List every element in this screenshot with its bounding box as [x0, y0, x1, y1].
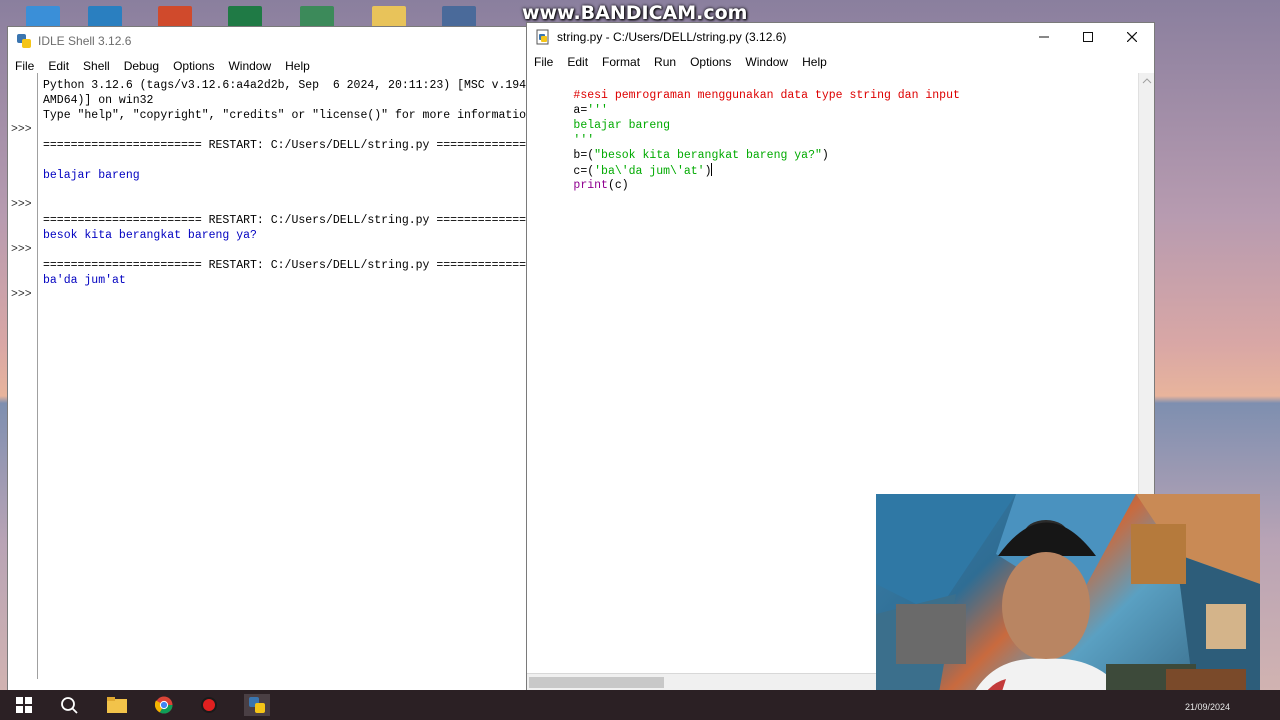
shell-menu-file[interactable]: File [8, 59, 41, 73]
close-button[interactable] [1110, 23, 1154, 51]
close-icon [1127, 32, 1137, 42]
shell-line: Type "help", "copyright", "credits" or "… [43, 109, 526, 122]
webcam-scene [876, 494, 1260, 710]
chrome-icon[interactable] [153, 694, 175, 716]
editor-menu-file[interactable]: File [527, 55, 560, 69]
editor-menu-window[interactable]: Window [738, 55, 795, 69]
shell-prompt: >>> [11, 288, 32, 301]
shell-menu-options[interactable]: Options [166, 59, 221, 73]
editor-menu-edit[interactable]: Edit [560, 55, 595, 69]
editor-menu-options[interactable]: Options [683, 55, 738, 69]
shell-menu-edit[interactable]: Edit [41, 59, 76, 73]
webcam-overlay [876, 494, 1260, 710]
bandicam-icon[interactable] [198, 694, 220, 716]
shell-menu-help[interactable]: Help [278, 59, 317, 73]
python-file-icon [536, 29, 549, 45]
scroll-up-icon[interactable] [1139, 75, 1155, 87]
windows-start-icon[interactable] [13, 694, 35, 716]
scrollbar-thumb[interactable] [529, 677, 664, 688]
python-idle-icon[interactable] [244, 694, 270, 716]
bandicam-watermark: www.BANDICAM.com [522, 2, 748, 24]
code-token: (c) [607, 179, 629, 192]
editor-menubar: File Edit Format Run Options Window Help [527, 51, 1154, 73]
search-icon[interactable] [58, 694, 80, 716]
file-explorer-icon[interactable] [106, 694, 128, 716]
shell-line: Python 3.12.6 (tags/v3.12.6:a4a2d2b, Sep… [43, 79, 526, 92]
maximize-button[interactable] [1066, 23, 1110, 51]
shell-output-line: ba'da jum'at [43, 274, 126, 287]
shell-prompt: >>> [11, 198, 32, 211]
idle-shell-window[interactable]: IDLE Shell 3.12.6 File Edit Shell Debug … [7, 26, 527, 694]
code-token: ) [821, 149, 829, 162]
editor-title: string.py - C:/Users/DELL/string.py (3.1… [557, 30, 787, 44]
shell-prompt: >>> [11, 243, 32, 256]
maximize-icon [1083, 32, 1093, 42]
shell-menu-shell[interactable]: Shell [76, 59, 117, 73]
shell-prompt: >>> [11, 123, 32, 136]
shell-prompt-gutter: >>> >>> >>> >>> [8, 73, 38, 679]
shell-titlebar[interactable]: IDLE Shell 3.12.6 [8, 27, 526, 55]
shell-menu-debug[interactable]: Debug [117, 59, 166, 73]
shell-line: AMD64)] on win32 [43, 94, 154, 107]
shell-menu-window[interactable]: Window [221, 59, 278, 73]
shell-restart-line: ======================= RESTART: C:/User… [43, 259, 526, 272]
taskbar: 21/09/2024 [0, 690, 1280, 720]
editor-menu-format[interactable]: Format [595, 55, 647, 69]
shell-restart-line: ======================= RESTART: C:/User… [43, 214, 526, 227]
code-line-7: print(c) [532, 163, 629, 208]
shell-output-area[interactable]: Python 3.12.6 (tags/v3.12.6:a4a2d2b, Sep… [38, 73, 526, 679]
shell-output-line: belajar bareng [43, 169, 140, 182]
shell-title: IDLE Shell 3.12.6 [38, 34, 132, 48]
taskbar-date: 21/09/2024 [1184, 702, 1230, 712]
code-builtin: print [573, 179, 608, 192]
shell-restart-line: ======================= RESTART: C:/User… [43, 139, 526, 152]
shell-output-line: besok kita berangkat bareng ya? [43, 229, 257, 242]
code-token: ) [704, 165, 712, 178]
minimize-icon [1039, 36, 1049, 38]
python-icon [17, 34, 31, 48]
editor-menu-help[interactable]: Help [795, 55, 834, 69]
code-comment: #sesi pemrograman menggunakan data type … [573, 89, 960, 102]
text-cursor [711, 163, 713, 176]
editor-menu-run[interactable]: Run [647, 55, 683, 69]
minimize-button[interactable] [1022, 23, 1066, 51]
